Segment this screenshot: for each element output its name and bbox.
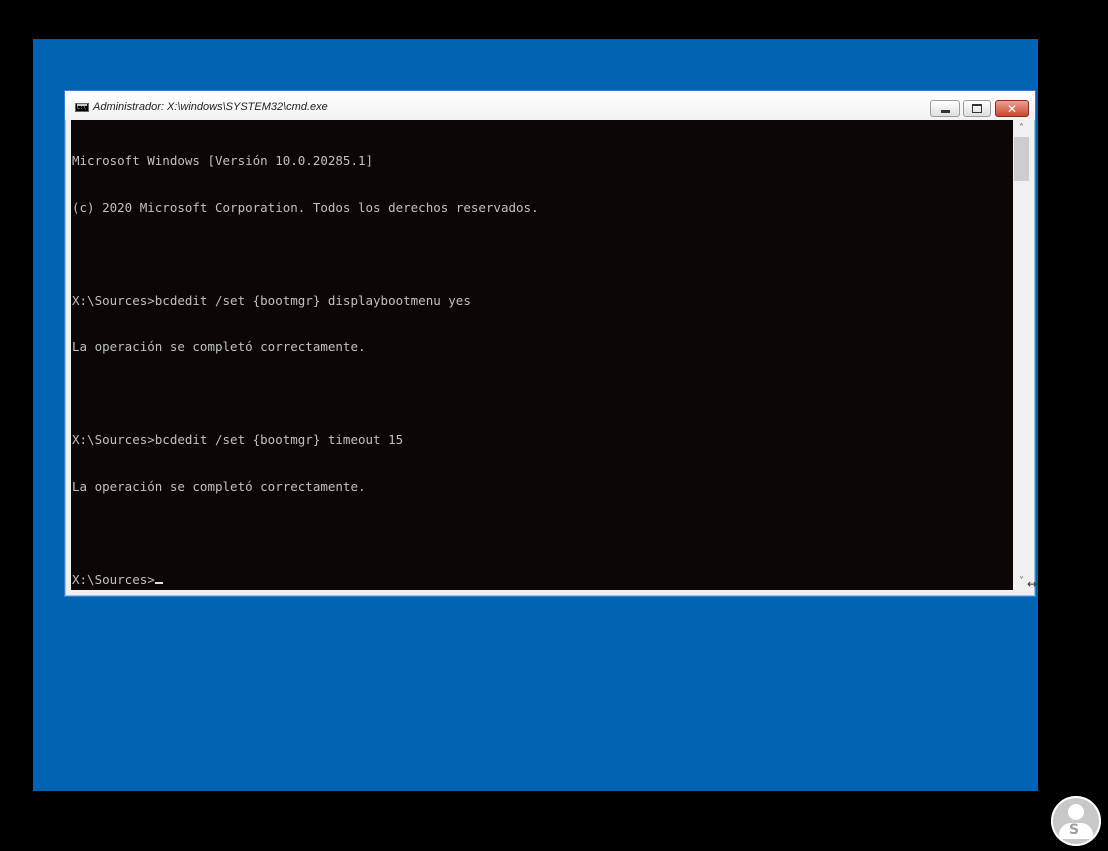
console-line: X:\Sources>bcdedit /set {bootmgr} displa… [72, 292, 471, 308]
title-bar[interactable]: Administrador: X:\windows\SYSTEM32\cmd.e… [65, 91, 1035, 120]
command-prompt: X:\Sources> [72, 571, 155, 587]
cmd-window: Administrador: X:\windows\SYSTEM32\cmd.e… [64, 90, 1037, 597]
logo-head [1068, 804, 1084, 820]
maximize-icon [972, 104, 982, 113]
console-line: (c) 2020 Microsoft Corporation. Todos lo… [72, 199, 539, 215]
minimize-icon [940, 109, 950, 113]
user-logo-icon: S [1051, 796, 1101, 846]
minimize-button[interactable] [930, 100, 960, 117]
command-prompt-line[interactable]: X:\Sources> [72, 572, 1013, 588]
console-line: Microsoft Windows [Versión 10.0.20285.1] [72, 153, 374, 168]
close-icon: ✕ [1006, 101, 1018, 116]
resize-cursor-icon[interactable]: ↔ [1027, 577, 1037, 591]
scroll-thumb[interactable] [1014, 137, 1029, 181]
console-text: Microsoft Windows [Versión 10.0.20285.1]… [71, 120, 1013, 590]
maximize-button[interactable] [963, 100, 991, 117]
console-output[interactable]: Microsoft Windows [Versión 10.0.20285.1]… [71, 120, 1013, 590]
text-cursor [154, 581, 163, 584]
window-title: Administrador: X:\windows\SYSTEM32\cmd.e… [93, 101, 328, 113]
vertical-scrollbar[interactable]: ˄ ˅ [1013, 120, 1030, 590]
logo-letter: S [1069, 822, 1080, 838]
console-line: La operación se completó correctamente. [72, 339, 366, 354]
console-line: X:\Sources>bcdedit /set {bootmgr} timeou… [72, 432, 404, 447]
scroll-up-button[interactable]: ˄ [1013, 120, 1030, 137]
console-line: La operación se completó correctamente. [72, 478, 366, 494]
cmd-icon[interactable] [75, 103, 89, 112]
close-button[interactable]: ✕ [995, 100, 1029, 117]
